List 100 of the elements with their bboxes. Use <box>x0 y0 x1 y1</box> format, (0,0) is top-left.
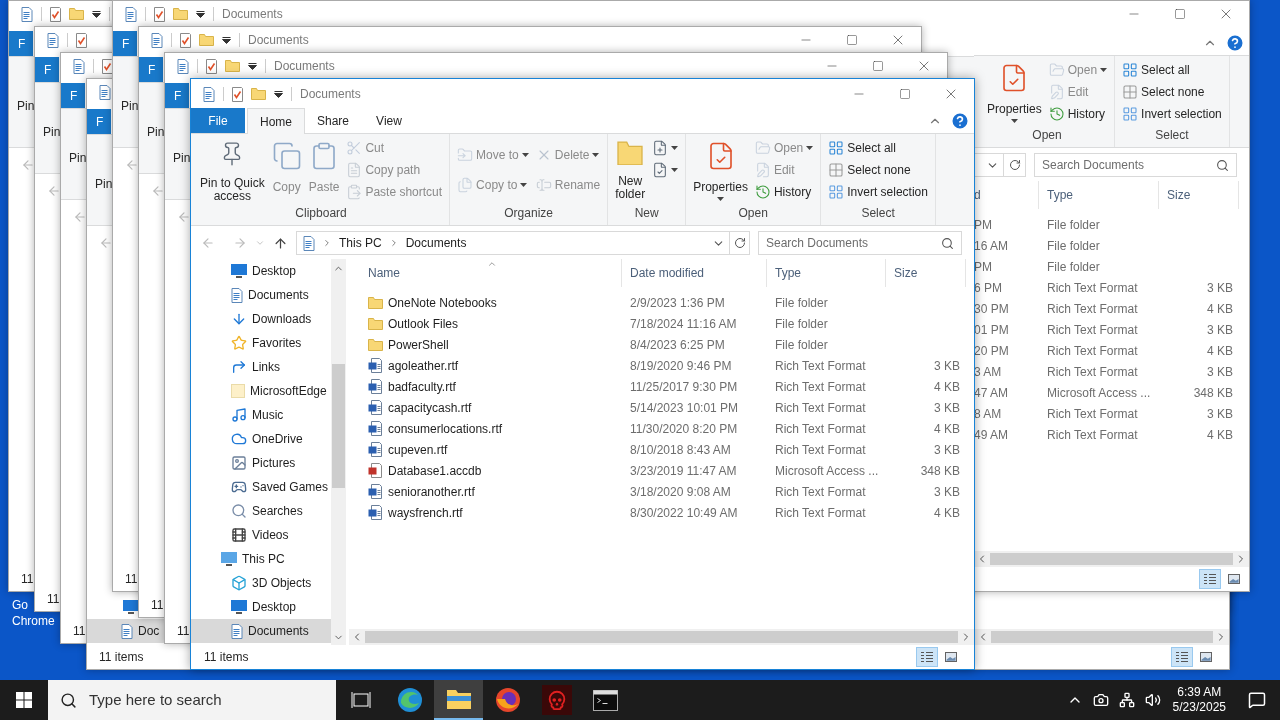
details-view-button[interactable] <box>1171 647 1193 667</box>
ribbon-label[interactable]: Pin <box>147 125 165 139</box>
dropdown-icon[interactable] <box>274 90 283 98</box>
scroll-thumb[interactable] <box>991 631 1213 643</box>
back-icon[interactable] <box>21 158 35 172</box>
tab-fragment[interactable]: F <box>139 57 163 82</box>
file-row[interactable]: Database1.accdb 3/23/2019 11:47 AM Microsoft Access ... 348 KB <box>349 460 974 481</box>
nav-item[interactable]: Downloads <box>191 307 331 331</box>
ribbon-tab[interactable]: View <box>361 108 417 133</box>
horizontal-scrollbar[interactable] <box>974 551 1249 567</box>
ribbon-label[interactable]: Pin <box>95 177 113 191</box>
nav-item[interactable]: OneDrive <box>191 427 331 451</box>
scroll-thumb[interactable] <box>990 553 1233 565</box>
folder-icon[interactable] <box>199 34 214 46</box>
file-row[interactable]: waysfrench.rtf 8/30/2022 10:49 AM Rich Text Format 4 KB <box>349 502 974 523</box>
column-header[interactable]: Size <box>886 259 966 287</box>
back-icon[interactable] <box>151 184 165 198</box>
ribbon-tab[interactable]: File <box>191 108 245 133</box>
nav-item[interactable]: Doc <box>87 619 165 643</box>
checklist-icon[interactable] <box>50 6 61 22</box>
help-icon[interactable] <box>950 110 970 131</box>
checklist-icon[interactable] <box>180 32 191 48</box>
tab-fragment[interactable]: F <box>113 31 137 56</box>
desktop-icon-label[interactable]: Chrome <box>12 613 55 629</box>
ribbon-button[interactable]: Invert selection <box>826 181 930 203</box>
folder-icon[interactable] <box>173 8 188 20</box>
volume-icon[interactable] <box>1144 692 1161 708</box>
nav-item[interactable]: MicrosoftEdge <box>191 379 331 403</box>
camera-icon[interactable] <box>1092 692 1109 708</box>
caret-icon[interactable] <box>717 197 725 201</box>
column-header[interactable]: Type <box>767 259 886 287</box>
dropdown-icon[interactable] <box>92 10 101 18</box>
back-icon[interactable] <box>73 210 87 224</box>
ribbon-button[interactable]: History <box>1046 103 1110 125</box>
nav-item[interactable]: Videos <box>191 523 331 547</box>
ribbon-button[interactable]: Select all <box>826 137 930 159</box>
tab-fragment[interactable]: F <box>165 83 189 108</box>
search-field[interactable]: Search Documents <box>758 231 962 255</box>
nav-item[interactable]: Links <box>191 355 331 379</box>
ribbon-button[interactable]: Pin to Quick access <box>198 137 267 203</box>
up-icon[interactable] <box>273 235 288 251</box>
dropdown-icon[interactable] <box>196 10 205 18</box>
horizontal-scrollbar[interactable] <box>975 629 1229 645</box>
nav-item[interactable]: 3D Objects <box>191 571 331 595</box>
nav-item[interactable]: Desktop <box>191 595 331 619</box>
folder-icon[interactable] <box>225 60 240 72</box>
network-icon[interactable] <box>1118 692 1135 708</box>
details-view-button[interactable] <box>916 647 938 667</box>
nav-item[interactable]: Favorites <box>191 331 331 355</box>
column-header[interactable]: Size <box>1159 181 1239 209</box>
ribbon-label[interactable]: Pin <box>121 99 139 113</box>
ribbon-button[interactable]: Properties <box>691 137 750 203</box>
ribbon-button[interactable]: History <box>752 181 816 203</box>
tab-fragment[interactable]: F <box>61 83 85 108</box>
ribbon-button[interactable]: Select none <box>1120 81 1224 103</box>
breadcrumb[interactable]: Documents <box>405 234 467 252</box>
ribbon-label[interactable]: Pin <box>17 99 35 113</box>
back-icon[interactable] <box>177 210 191 224</box>
checklist-icon[interactable] <box>102 58 113 74</box>
nav-item[interactable]: Saved Games <box>191 475 331 499</box>
help-icon[interactable] <box>1225 33 1245 53</box>
column-header[interactable]: Name <box>349 259 622 287</box>
file-row[interactable]: OneNote Notebooks 2/9/2023 1:36 PM File folder <box>349 292 974 313</box>
checklist-icon[interactable] <box>76 32 87 48</box>
nav-item[interactable]: Documents <box>191 619 331 643</box>
details-view-button[interactable] <box>1199 569 1221 589</box>
file-row[interactable]: consumerlocations.rtf 11/30/2020 8:20 PM Rich Text Format 4 KB <box>349 418 974 439</box>
column-header[interactable]: Date modified <box>622 259 767 287</box>
tab-fragment[interactable]: F <box>9 31 33 56</box>
search-field[interactable]: Type here to search <box>48 680 336 720</box>
scroll-thumb[interactable] <box>332 364 345 488</box>
file-row[interactable]: PowerShell 8/4/2023 6:25 PM File folder <box>349 334 974 355</box>
refresh-icon[interactable] <box>1008 159 1021 171</box>
file-row[interactable]: cupeven.rtf 8/10/2018 8:43 AM Rich Text Format 3 KB <box>349 439 974 460</box>
ribbon-label[interactable]: Pin <box>43 125 61 139</box>
file-row[interactable]: Outlook Files 7/18/2024 11:16 AM File folder <box>349 313 974 334</box>
nav-item[interactable]: Searches <box>191 499 331 523</box>
clock[interactable]: 6:39 AM 5/23/2025 <box>1164 685 1234 715</box>
checklist-icon[interactable] <box>206 58 217 74</box>
ribbon-button[interactable]: Invert selection <box>1120 103 1224 125</box>
caret-icon[interactable] <box>1010 119 1018 123</box>
ribbon-button[interactable]: New folder <box>613 137 648 203</box>
scroll-thumb[interactable] <box>365 631 958 643</box>
nav-item[interactable]: Pictures <box>191 451 331 475</box>
file-row[interactable]: senioranother.rtf 3/18/2020 9:08 AM Rich Text Format 3 KB <box>349 481 974 502</box>
file-row[interactable]: agoleather.rtf 8/19/2020 9:46 PM Rich Text Format 3 KB <box>349 355 974 376</box>
nav-item[interactable]: Music <box>191 403 331 427</box>
horizontal-scrollbar[interactable] <box>349 629 974 645</box>
dropdown-icon[interactable] <box>222 36 231 44</box>
address-bar[interactable]: This PC Documents <box>296 231 730 255</box>
taskbar-button[interactable] <box>434 680 483 720</box>
tab-fragment[interactable]: F <box>35 57 59 82</box>
ribbon-button[interactable]: Select none <box>826 159 930 181</box>
ribbon-label[interactable]: Pin <box>69 151 87 165</box>
caret-icon[interactable] <box>671 168 679 172</box>
back-icon[interactable] <box>99 236 113 250</box>
checklist-icon[interactable] <box>232 86 243 102</box>
breadcrumb[interactable]: This PC <box>339 234 382 252</box>
nav-item[interactable]: Documents <box>191 283 331 307</box>
ribbon-button[interactable]: Select all <box>1120 59 1224 81</box>
